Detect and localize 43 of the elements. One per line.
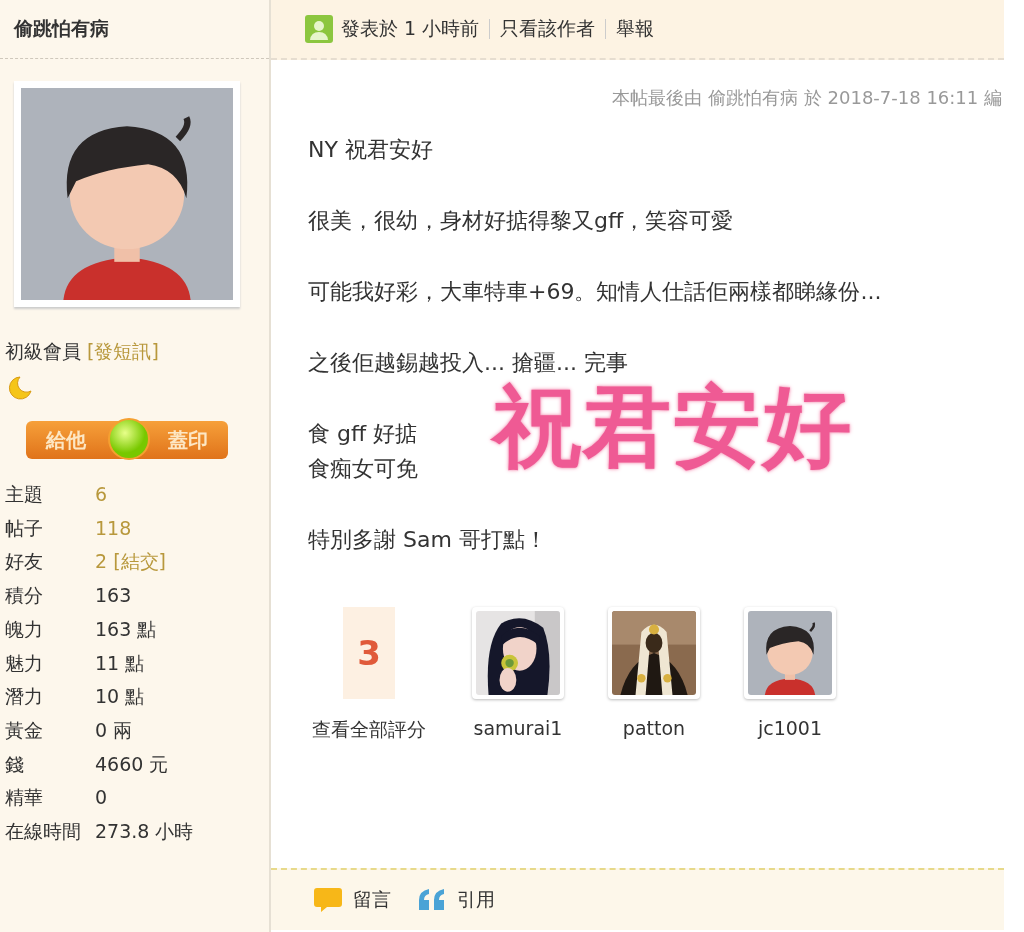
post-header-link[interactable]: 舉報 <box>616 16 655 42</box>
rating-count: 3 <box>343 607 395 699</box>
quote-button[interactable]: 引用 <box>417 886 495 914</box>
stat-label: 好友 <box>5 549 44 575</box>
rater-name[interactable]: patton <box>622 717 686 739</box>
moon-icon <box>6 375 32 401</box>
stat-label: 帖子 <box>5 515 44 541</box>
username[interactable]: 偷跳怕有病 <box>0 0 269 59</box>
comment-button[interactable]: 留言 <box>313 886 391 914</box>
ball-icon <box>107 417 151 461</box>
stat-value: 0 <box>95 786 108 809</box>
stat-value: 11 點 <box>95 651 145 674</box>
stat-value: 163 <box>95 584 132 607</box>
post-text: 食 gff 好掂 <box>308 420 419 448</box>
post-text: NY 祝君安好 <box>308 136 434 164</box>
member-rank: 初級會員 <box>5 340 81 362</box>
stat-value: 163 點 <box>95 617 157 640</box>
stat-label: 主題 <box>5 482 44 507</box>
stat-label: 積分 <box>5 583 44 609</box>
stat-label: 黃金 <box>5 717 44 743</box>
post-text: 食痴女可免 <box>308 455 419 483</box>
stat-value: 0 兩 <box>95 718 133 741</box>
stat-label: 潛力 <box>5 684 44 710</box>
stat-label: 錢 <box>5 751 25 777</box>
stat-label: 在線時間 <box>5 819 82 845</box>
speech-bubble-icon <box>313 886 343 914</box>
rater-name[interactable]: jc1001 <box>757 717 823 739</box>
view-all-ratings-link[interactable]: 查看全部評分 <box>312 717 426 743</box>
post-text: 很美，很幼，身材好掂得黎又gff，笑容可愛 <box>308 207 735 235</box>
post-header-link[interactable]: 只看該作者 <box>500 16 596 42</box>
post-text: 之後佢越錫越投入... 搶疆... 完事 <box>308 349 629 377</box>
user-icon <box>305 15 333 43</box>
stat-label: 魄力 <box>5 616 44 642</box>
post-time: 發表於 1 小時前 <box>341 16 480 41</box>
stat-label: 精華 <box>5 785 44 811</box>
edit-note: 本帖最後由 偷跳怕有病 於 2018-7-18 16:11 編 <box>611 86 1002 110</box>
stat-value: 10 點 <box>95 685 145 708</box>
stat-value: 4660 元 <box>95 752 169 775</box>
stat-label: 魅力 <box>5 650 44 676</box>
stat-value: 273.8 小時 <box>95 820 194 843</box>
rater-name[interactable]: samurai1 <box>473 717 563 739</box>
post-text: 特別多謝 Sam 哥打點！ <box>308 526 548 554</box>
post-text: 可能我好彩，大車特車+69。知情人仕話佢兩樣都睇緣份... <box>308 278 883 306</box>
